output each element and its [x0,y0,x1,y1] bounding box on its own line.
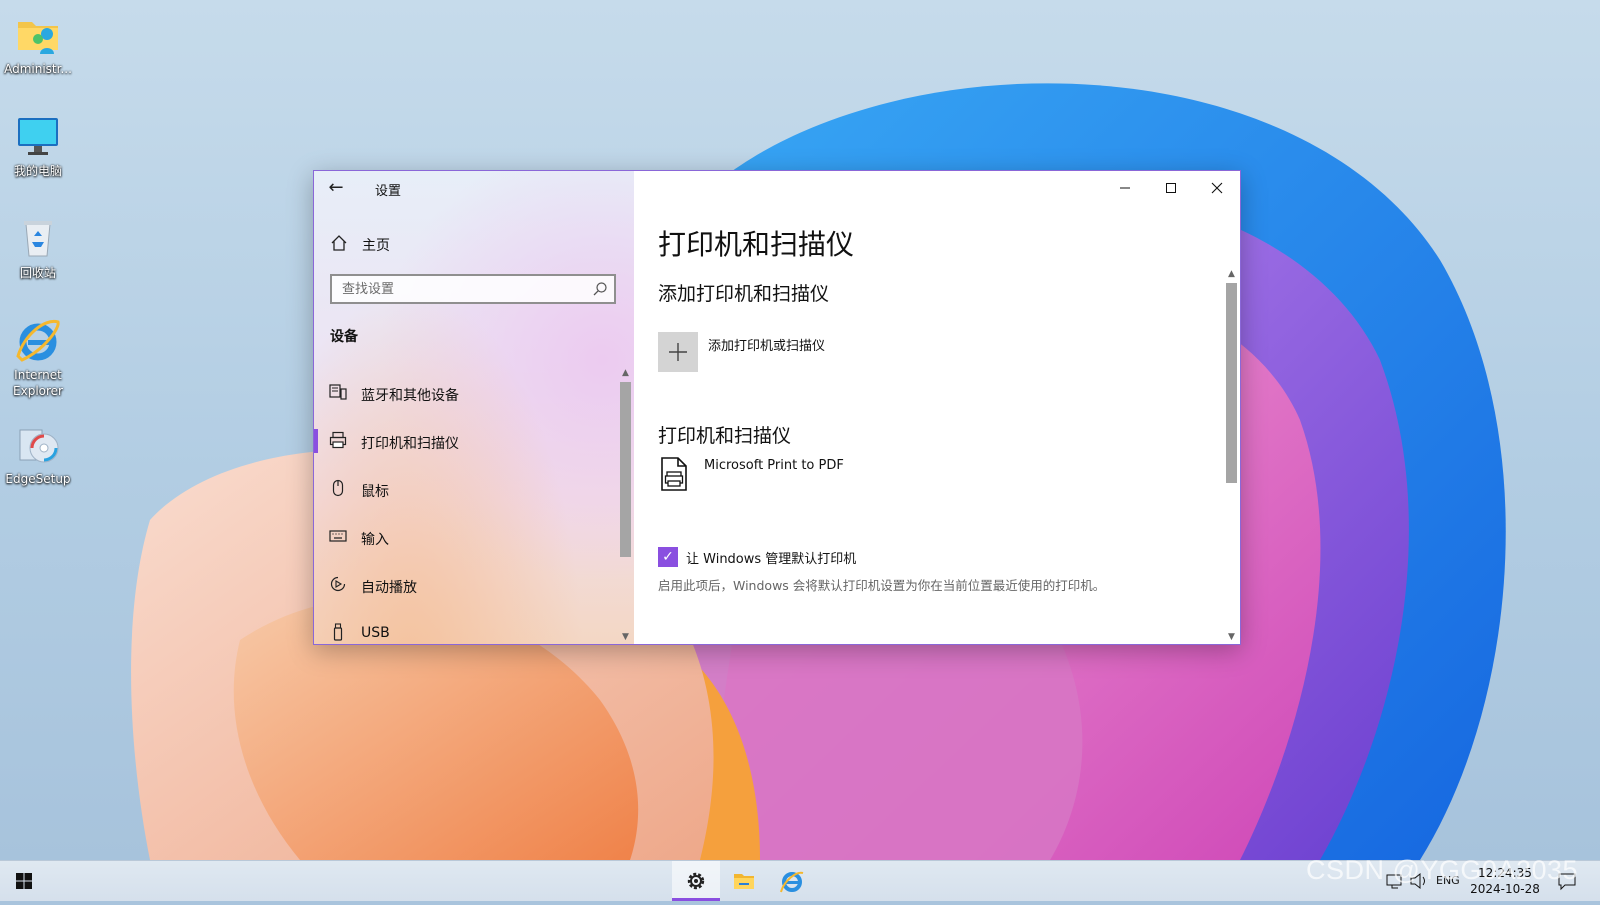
bluetooth-devices-icon [329,383,347,401]
scroll-up-icon[interactable]: ▲ [617,366,634,380]
scroll-thumb[interactable] [1226,283,1237,483]
sidebar-item-label: 蓝牙和其他设备 [361,388,459,404]
sidebar-item-mouse[interactable]: 鼠标 [314,467,614,515]
printer-icon [329,431,347,449]
taskbar-settings-button[interactable] [672,861,720,901]
sidebar-item-label: USB [361,625,390,641]
sidebar-item-label: 输入 [361,532,389,548]
sidebar-scrollbar[interactable]: ▲ ▼ [617,366,634,644]
maximize-button[interactable] [1148,171,1194,203]
window-title: 设置 [375,184,402,199]
back-arrow-icon: ← [328,177,344,198]
scroll-down-icon[interactable]: ▼ [617,630,634,644]
search-input[interactable] [332,276,582,302]
watermark: CSDN @YGG0A2035 [1306,855,1579,885]
desktop-icon-administrator[interactable]: Administr... [2,10,74,77]
windows-logo-icon [16,873,32,889]
printers-section-title: 打印机和扫描仪 [658,425,792,447]
home-label: 主页 [362,238,390,254]
start-button[interactable] [0,861,48,901]
desktop-icon-my-computer[interactable]: 我的电脑 [2,112,74,179]
sidebar-item-label: 鼠标 [361,484,389,500]
title-bar: ← 设置 [314,171,634,205]
search-icon[interactable] [592,281,608,301]
taskbar-file-explorer-button[interactable] [720,861,768,901]
internet-explorer-icon [780,871,804,893]
checkbox-label: 让 Windows 管理默认打印机 [686,552,857,567]
desktop: Administr... 我的电脑 回收站 Internet Explorer … [0,0,1600,860]
printer-list-item[interactable]: Microsoft Print to PDF [658,456,958,496]
sidebar-item-autoplay[interactable]: 自动播放 [314,563,614,611]
desktop-icon-recycle-bin[interactable]: 回收站 [2,214,74,281]
settings-window: ← 设置 主页 设备 [313,170,1241,645]
recycle-bin-icon [14,214,62,262]
sidebar-item-input[interactable]: 输入 [314,515,614,563]
checkmark-icon[interactable]: ✓ [658,547,678,567]
mouse-icon [329,479,347,497]
file-explorer-icon [734,874,754,889]
home-nav-item[interactable]: 主页 [314,229,634,259]
minimize-icon [1120,187,1130,188]
printer-pdf-icon [658,456,690,496]
main-scrollbar[interactable]: ▲ ▼ [1223,267,1240,644]
settings-sidebar: ← 设置 主页 设备 [314,171,634,644]
home-icon [330,234,348,256]
scroll-down-icon[interactable]: ▼ [1223,630,1240,644]
autoplay-icon [329,575,347,593]
checkbox-description: 启用此项后，Windows 会将默认打印机设置为你在当前位置最近使用的打印机。 [658,578,1106,593]
sidebar-item-usb[interactable]: USB [314,611,614,644]
user-folder-icon [14,10,62,58]
maximize-icon [1166,182,1176,193]
sidebar-item-label: 自动播放 [361,580,417,596]
back-button[interactable]: ← [322,175,350,201]
minimize-button[interactable] [1102,171,1148,203]
scroll-thumb[interactable] [620,382,631,557]
settings-main-pane: 打印机和扫描仪 添加打印机和扫描仪 添加打印机或扫描仪 打印机和扫描仪 Micr… [634,171,1240,644]
internet-explorer-icon [14,316,62,364]
taskbar-internet-explorer-button[interactable] [768,861,816,901]
usb-icon [329,623,347,641]
section-header: 设备 [330,329,358,345]
devices-nav-list: 蓝牙和其他设备 打印机和扫描仪 鼠标 输入 自动播放 USB [314,371,614,644]
setup-installer-icon [14,420,62,468]
desktop-icon-edgesetup[interactable]: EdgeSetup [2,420,74,487]
keyboard-icon [329,527,347,545]
computer-icon [14,112,62,160]
close-button[interactable] [1194,171,1240,203]
manage-default-printer-checkbox[interactable]: ✓ 让 Windows 管理默认打印机 [658,546,1118,568]
add-section-title: 添加打印机和扫描仪 [658,283,830,305]
add-printer-button[interactable] [658,332,698,372]
scroll-up-icon[interactable]: ▲ [1223,267,1240,281]
sidebar-item-bluetooth[interactable]: 蓝牙和其他设备 [314,371,614,419]
printer-name: Microsoft Print to PDF [704,458,844,473]
gear-icon [687,872,705,890]
plus-icon [669,343,687,361]
sidebar-item-label: 打印机和扫描仪 [361,436,459,452]
settings-search-box[interactable] [330,274,616,304]
desktop-icon-internet-explorer[interactable]: Internet Explorer [2,316,74,399]
close-icon [1211,182,1223,193]
page-title: 打印机和扫描仪 [658,228,855,261]
add-printer-label[interactable]: 添加打印机或扫描仪 [708,335,825,354]
selection-indicator [314,429,318,453]
sidebar-item-printers[interactable]: 打印机和扫描仪 [314,419,614,467]
